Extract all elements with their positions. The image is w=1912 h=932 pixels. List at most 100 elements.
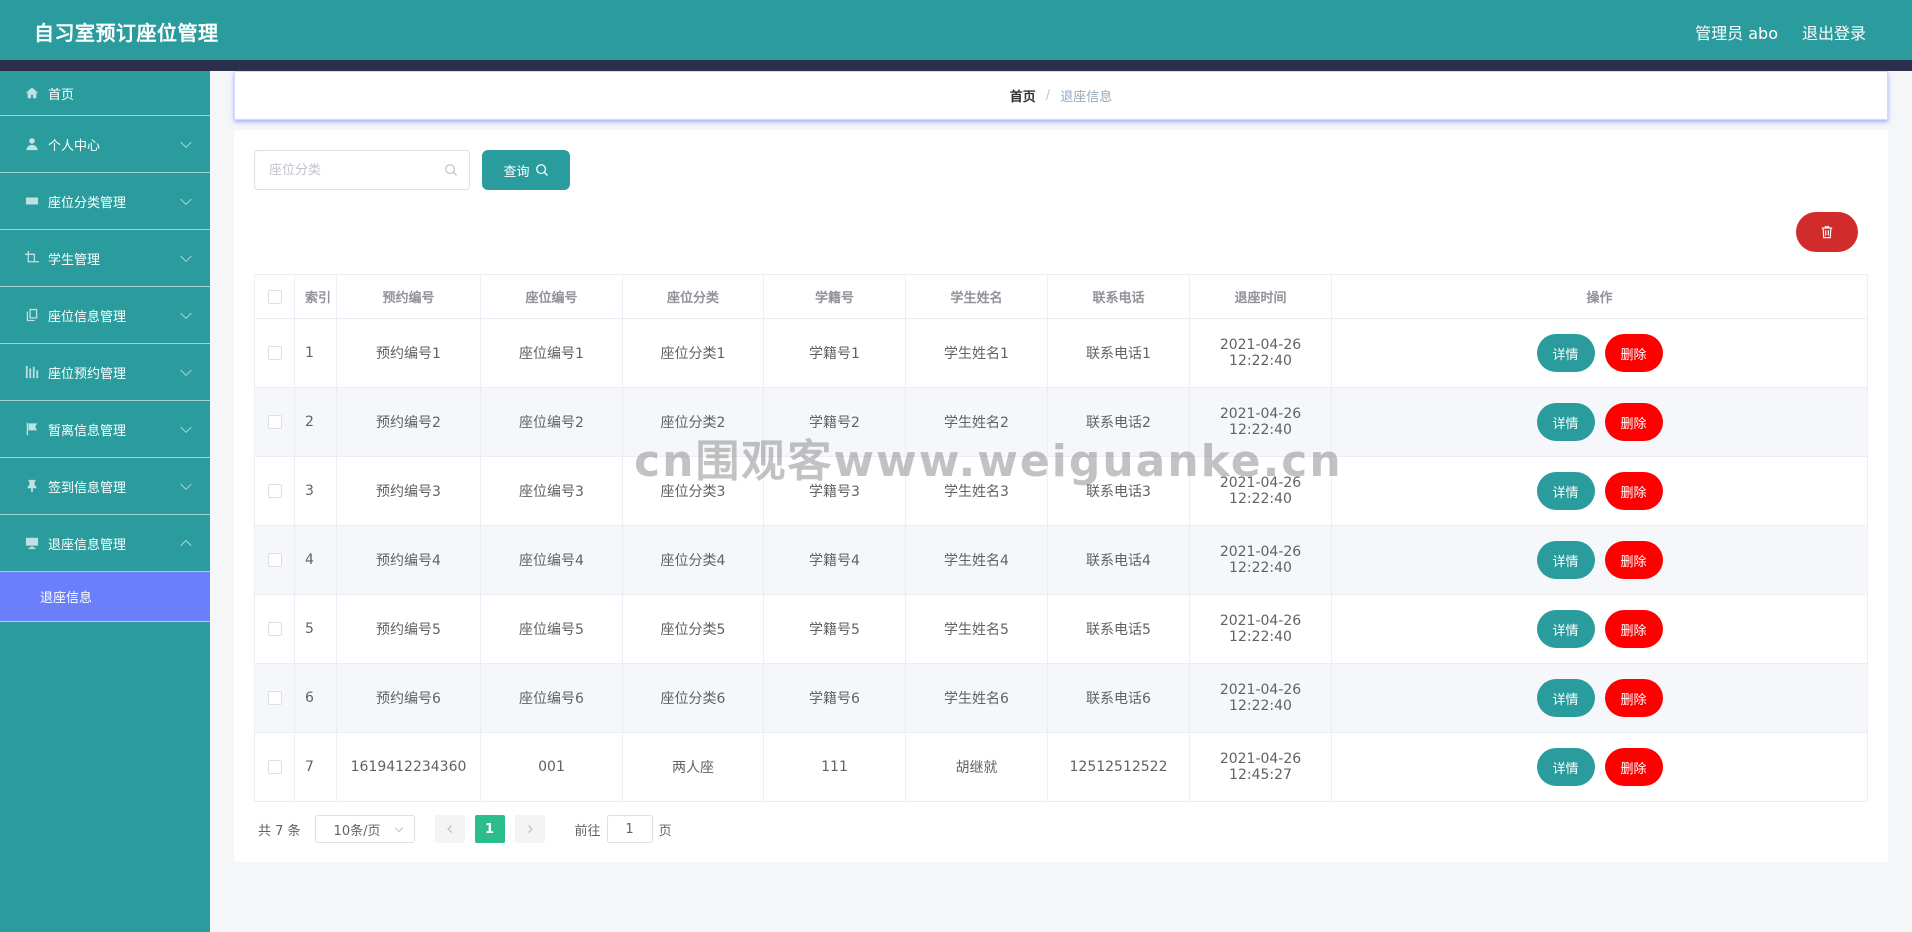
sidebar-item-label: 座位分类管理	[48, 195, 127, 211]
column-header: 学生姓名	[905, 274, 1048, 319]
delete-button[interactable]: 删除	[1604, 334, 1663, 372]
sidebar-item-label: 学生管理	[48, 252, 101, 268]
sidebar-item-leave-info[interactable]: 暂离信息管理	[0, 401, 210, 458]
home-icon	[24, 85, 40, 101]
row-checkbox[interactable]	[267, 346, 282, 360]
pushpin-icon	[24, 478, 40, 494]
sidebar-item-label: 退座信息管理	[48, 537, 127, 553]
page-size-select[interactable]: 10条/页	[314, 815, 415, 843]
chevron-down-icon	[394, 823, 403, 833]
sidebar-item-seat-info[interactable]: 座位信息管理	[0, 287, 210, 344]
table-cell: 学生姓名6	[905, 663, 1048, 733]
chart-icon	[24, 364, 40, 380]
user-icon	[24, 136, 40, 152]
sidebar-item-seat-reservation[interactable]: 座位预约管理	[0, 344, 210, 401]
sidebar-item-personal-center[interactable]: 个人中心	[0, 116, 210, 173]
table-cell: 座位编号4	[480, 525, 623, 595]
search-icon	[535, 164, 548, 176]
delete-button[interactable]: 删除	[1604, 472, 1663, 510]
table-cell: 7	[294, 732, 337, 802]
sidebar-item-label: 座位信息管理	[48, 309, 127, 325]
delete-button[interactable]: 删除	[1604, 403, 1663, 441]
row-checkbox[interactable]	[267, 691, 282, 705]
table-cell: 6	[294, 663, 337, 733]
detail-button[interactable]: 详情	[1536, 472, 1595, 510]
sidebar-item-home[interactable]: 首页	[0, 71, 210, 116]
header-strip	[0, 60, 1912, 71]
detail-button[interactable]: 详情	[1536, 403, 1595, 441]
column-header: 索引	[294, 274, 337, 319]
row-actions-cell: 详情 删除	[1331, 594, 1868, 664]
data-table: 索引 预约编号 座位编号 座位分类 学籍号 学生姓名 联系电话 退座时间 操作 …	[254, 274, 1868, 802]
table-cell: 学籍号2	[763, 387, 906, 457]
column-header: 座位编号	[480, 274, 623, 319]
row-checkbox[interactable]	[267, 415, 282, 429]
row-actions-cell: 详情 删除	[1331, 732, 1868, 802]
sidebar-item-seat-category[interactable]: 座位分类管理	[0, 173, 210, 230]
query-button[interactable]: 查询	[482, 150, 570, 190]
prev-page-button[interactable]	[434, 815, 465, 843]
delete-button[interactable]: 删除	[1604, 610, 1663, 648]
batch-delete-button[interactable]	[1796, 212, 1858, 252]
sidebar-item-label: 暂离信息管理	[48, 423, 127, 439]
select-all-checkbox[interactable]	[267, 289, 282, 304]
row-checkbox[interactable]	[267, 622, 282, 636]
row-select-cell	[254, 594, 295, 664]
detail-button[interactable]: 详情	[1536, 610, 1595, 648]
delete-button[interactable]: 删除	[1604, 748, 1663, 786]
table-cell: 学籍号3	[763, 456, 906, 526]
next-page-button[interactable]	[514, 815, 545, 843]
logout-button[interactable]: 退出登录	[1802, 20, 1866, 44]
row-select-cell	[254, 318, 295, 388]
table-cell: 111	[763, 732, 906, 802]
search-input[interactable]	[254, 150, 470, 190]
table-cell: 座位分类1	[622, 318, 764, 388]
chevron-up-icon	[180, 539, 192, 552]
table-cell: 2021-04-26 12:22:40	[1189, 318, 1332, 388]
detail-button[interactable]: 详情	[1536, 334, 1595, 372]
row-actions-cell: 详情 删除	[1331, 318, 1868, 388]
table-cell: 预约编号4	[336, 525, 481, 595]
sidebar-subitem-checkout[interactable]: 退座信息	[0, 572, 210, 622]
goto-page-input[interactable]	[606, 815, 653, 843]
delete-button[interactable]: 删除	[1604, 541, 1663, 579]
row-checkbox[interactable]	[267, 484, 282, 498]
table-cell: 学籍号5	[763, 594, 906, 664]
copy-icon	[24, 307, 40, 323]
row-checkbox[interactable]	[267, 553, 282, 567]
admin-label: 管理员 abo	[1695, 24, 1778, 43]
pagination: 共 7 条 10条/页 1 前往 页	[254, 814, 672, 844]
breadcrumb-home[interactable]: 首页	[1010, 86, 1036, 105]
page-number-button[interactable]: 1	[474, 815, 505, 843]
table-cell: 2021-04-26 12:45:27	[1189, 732, 1332, 802]
table-cell: 1	[294, 318, 337, 388]
detail-button[interactable]: 详情	[1536, 748, 1595, 786]
table-cell: 学籍号1	[763, 318, 906, 388]
table-row: 1 预约编号1 座位编号1 座位分类1 学籍号1 学生姓名1 联系电话1 2021-04-26…	[254, 318, 1868, 388]
table-row: 5 预约编号5 座位编号5 座位分类5 学籍号5 学生姓名5 联系电话5 2021-04-26…	[254, 594, 1868, 664]
column-header: 退座时间	[1189, 274, 1332, 319]
table-cell: 胡继就	[905, 732, 1048, 802]
sidebar-item-checkout-info[interactable]: 退座信息管理	[0, 515, 210, 572]
chevron-down-icon	[180, 136, 192, 149]
table-cell: 联系电话3	[1047, 456, 1190, 526]
sidebar-item-student[interactable]: 学生管理	[0, 230, 210, 287]
table-cell: 学生姓名2	[905, 387, 1048, 457]
table-row: 3 预约编号3 座位编号3 座位分类3 学籍号3 学生姓名3 联系电话3 2021-04-26…	[254, 456, 1868, 526]
column-header: 预约编号	[336, 274, 481, 319]
table-cell: 预约编号2	[336, 387, 481, 457]
row-actions-cell: 详情 删除	[1331, 525, 1868, 595]
sidebar-item-label: 首页	[48, 87, 75, 103]
detail-button[interactable]: 详情	[1536, 541, 1595, 579]
chevron-down-icon	[180, 421, 192, 434]
table-row: 2 预约编号2 座位编号2 座位分类2 学籍号2 学生姓名2 联系电话2 2021-04-26…	[254, 387, 1868, 457]
table-cell: 座位编号1	[480, 318, 623, 388]
sidebar-item-checkin-info[interactable]: 签到信息管理	[0, 458, 210, 515]
delete-button[interactable]: 删除	[1604, 679, 1663, 717]
table-cell: 2021-04-26 12:22:40	[1189, 525, 1332, 595]
detail-button[interactable]: 详情	[1536, 679, 1595, 717]
chevron-down-icon	[180, 193, 192, 206]
table-cell: 两人座	[622, 732, 764, 802]
row-checkbox[interactable]	[267, 760, 282, 774]
table-cell: 001	[480, 732, 623, 802]
